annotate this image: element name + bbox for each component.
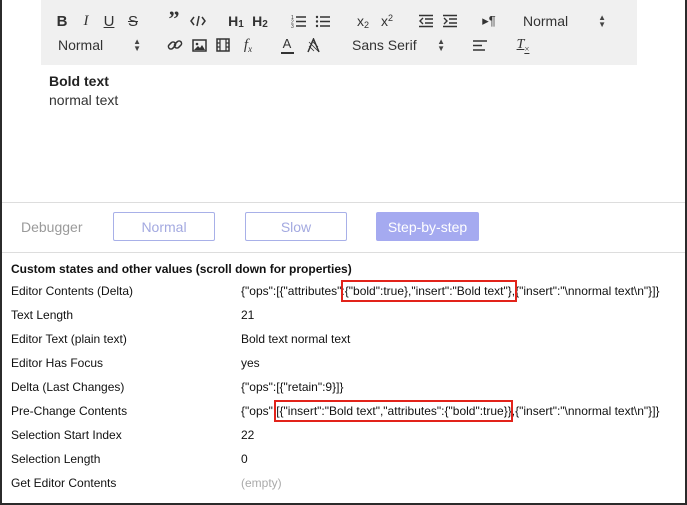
highlight-box xyxy=(274,400,513,422)
editor-bold-line: Bold text xyxy=(49,73,109,89)
blockquote-icon[interactable]: ” xyxy=(165,6,183,31)
property-key: Editor Text (plain text) xyxy=(11,332,127,346)
properties-title: Custom states and other values (scroll d… xyxy=(11,262,352,276)
property-value: 0 xyxy=(241,452,248,466)
superscript-label: x xyxy=(380,13,388,29)
property-value: (empty) xyxy=(241,476,282,490)
ordered-list-icon[interactable]: 123 xyxy=(290,11,308,31)
normal-button[interactable]: Normal xyxy=(113,212,215,241)
property-row: Editor Has Focus yes xyxy=(11,356,681,374)
property-row: Get Editor Contents (empty) xyxy=(11,476,681,494)
background-color-icon[interactable] xyxy=(304,35,322,55)
code-icon[interactable] xyxy=(189,11,207,31)
select-caret-icon: ▲ ▼ xyxy=(598,13,606,29)
h2-icon[interactable]: H2 xyxy=(250,11,270,31)
underline-icon[interactable]: U xyxy=(102,11,116,31)
size-select-value: Normal xyxy=(58,37,104,53)
editor-normal-line: normal text xyxy=(49,92,119,108)
clear-format-icon[interactable]: T × xyxy=(514,35,532,55)
align-left-icon[interactable] xyxy=(471,35,489,55)
h1-label: H xyxy=(228,13,239,29)
property-key: Selection Start Index xyxy=(11,428,122,442)
divider xyxy=(2,252,685,253)
editor-toolbar: B I U S ” H1 H2 123 x2 x2 ▸¶ Normal ▲ ▼ N… xyxy=(41,0,637,65)
slow-button[interactable]: Slow xyxy=(245,212,347,241)
property-row: Selection Length 0 xyxy=(11,452,681,470)
debugger-label: Debugger xyxy=(21,219,83,235)
property-key: Editor Has Focus xyxy=(11,356,104,370)
property-row: Delta (Last Changes) {"ops":[{"retain":9… xyxy=(11,380,681,398)
outdent-icon[interactable] xyxy=(417,11,435,31)
property-value: 21 xyxy=(241,308,255,322)
bold-icon[interactable]: B xyxy=(55,11,69,31)
font-select-value: Sans Serif xyxy=(352,37,417,53)
property-row: Editor Text (plain text) Bold text norma… xyxy=(11,332,681,350)
select-caret-icon: ▲ ▼ xyxy=(437,37,445,53)
header-select-value: Normal xyxy=(523,13,569,29)
property-key: Text Length xyxy=(11,308,74,322)
h2-label: H xyxy=(252,13,263,29)
link-icon[interactable] xyxy=(166,35,184,55)
property-key: Delta (Last Changes) xyxy=(11,380,125,394)
image-icon[interactable] xyxy=(190,35,208,55)
highlight-box xyxy=(341,280,517,302)
property-value: yes xyxy=(241,356,260,370)
text-direction-icon[interactable]: ▸¶ xyxy=(479,11,499,31)
strikethrough-icon[interactable]: S xyxy=(126,11,140,31)
property-row: Text Length 21 xyxy=(11,308,681,326)
formula-icon[interactable]: fx xyxy=(238,35,258,55)
property-key: Get Editor Contents xyxy=(11,476,117,490)
divider xyxy=(2,202,685,203)
text-color-icon[interactable]: A xyxy=(278,35,296,55)
property-value: 22 xyxy=(241,428,255,442)
size-select[interactable]: Normal ▲ ▼ xyxy=(58,35,141,55)
property-key: Editor Contents (Delta) xyxy=(11,284,134,298)
select-caret-icon: ▲ ▼ xyxy=(133,37,141,53)
step-by-step-button[interactable]: Step-by-step xyxy=(376,212,479,241)
property-value: {"ops":[{"retain":9}]} xyxy=(241,380,344,394)
indent-icon[interactable] xyxy=(441,11,459,31)
property-row: Selection Start Index 22 xyxy=(11,428,681,446)
h1-icon[interactable]: H1 xyxy=(226,11,246,31)
header-select[interactable]: Normal ▲ ▼ xyxy=(523,11,606,31)
subscript-icon[interactable]: x2 xyxy=(354,11,372,31)
italic-icon[interactable]: I xyxy=(79,11,93,31)
editor-area[interactable]: Bold text normal text xyxy=(49,73,118,108)
superscript-icon[interactable]: x2 xyxy=(378,11,396,31)
svg-text:3: 3 xyxy=(291,24,294,28)
video-icon[interactable] xyxy=(214,35,232,55)
property-key: Selection Length xyxy=(11,452,101,466)
bullet-list-icon[interactable] xyxy=(314,11,332,31)
property-value: Bold text normal text xyxy=(241,332,351,346)
subscript-label: x xyxy=(356,13,364,29)
property-key: Pre-Change Contents xyxy=(11,404,128,418)
font-select[interactable]: Sans Serif ▲ ▼ xyxy=(352,35,445,55)
